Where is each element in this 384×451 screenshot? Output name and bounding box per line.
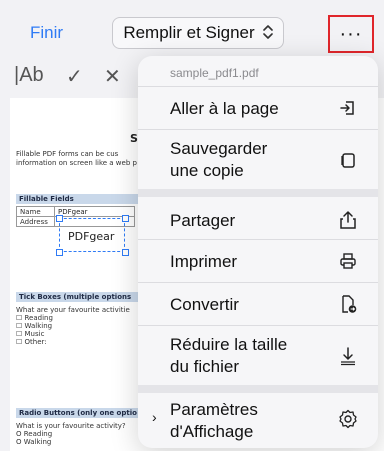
resize-handle[interactable] [122, 215, 129, 222]
menu-item-display-settings[interactable]: › Paramètres d'Affichage [138, 385, 378, 448]
checkbox-option[interactable]: ☐ Music [16, 330, 130, 338]
radio-list: What is your favourite activity? O Readi… [16, 422, 126, 446]
check-tool-icon[interactable]: ✓ [66, 64, 83, 89]
menu-item-convert[interactable]: Convertir [138, 282, 378, 325]
menu-item-label: Imprimer [170, 252, 238, 271]
tick-box-list: What are your favourite activitie ☐ Read… [16, 306, 130, 346]
menu-item-go-to-page[interactable]: Aller à la page [138, 86, 378, 129]
download-reduce-icon [338, 346, 358, 366]
menu-item-save-copy[interactable]: Sauvegarder une copie [138, 129, 378, 189]
cross-tool-icon[interactable]: ✕ [104, 64, 121, 89]
menu-item-label: Aller à la page [170, 99, 279, 118]
menu-file-name: sample_pdf1.pdf [170, 66, 259, 80]
text-annotation[interactable]: PDFgear [68, 230, 114, 243]
question-text: What are your favourite activitie [16, 306, 130, 314]
text-tool-icon[interactable]: |Ab [14, 64, 44, 87]
radio-option[interactable]: O Reading [16, 430, 126, 438]
resize-handle[interactable] [122, 249, 129, 256]
menu-item-label: Paramètres d'Affichage [170, 400, 258, 441]
more-dots-icon: ··· [339, 22, 363, 45]
copy-document-icon [338, 150, 358, 170]
menu-item-label: Sauvegarder une copie [170, 139, 268, 180]
chevron-right-icon: › [152, 409, 157, 425]
share-icon [338, 210, 358, 230]
menu-item-label: Réduire la taille du fichier [170, 335, 288, 376]
menu-item-print[interactable]: Imprimer [138, 239, 378, 282]
mode-selector-label: Remplir et Signer [123, 23, 255, 42]
checkbox-option[interactable]: ☐ Reading [16, 314, 130, 322]
name-label: Name [16, 206, 55, 217]
more-options-menu: sample_pdf1.pdf Aller à la page Sauvegar… [138, 56, 378, 448]
address-label: Address [16, 216, 55, 227]
top-nav-bar: Finir Remplir et Signer ··· [0, 0, 384, 56]
finir-button[interactable]: Finir [30, 23, 63, 43]
more-options-button[interactable]: ··· [328, 15, 374, 53]
go-to-page-icon [338, 98, 358, 118]
menu-item-reduce-size[interactable]: Réduire la taille du fichier [138, 325, 378, 385]
menu-item-label: Partager [170, 211, 236, 230]
gear-icon [338, 409, 358, 429]
radio-option[interactable]: O Walking [16, 438, 126, 446]
convert-file-icon [338, 294, 358, 314]
printer-icon [338, 251, 358, 271]
menu-item-share[interactable]: Partager [138, 189, 378, 239]
updown-chevron-icon [262, 24, 273, 42]
mode-selector[interactable]: Remplir et Signer [112, 17, 284, 49]
resize-handle[interactable] [56, 215, 63, 222]
menu-item-label: Convertir [170, 295, 239, 314]
question-text: What is your favourite activity? [16, 422, 126, 430]
checkbox-option[interactable]: ☐ Other: [16, 338, 130, 346]
resize-handle[interactable] [56, 249, 63, 256]
checkbox-option[interactable]: ☐ Walking [16, 322, 130, 330]
